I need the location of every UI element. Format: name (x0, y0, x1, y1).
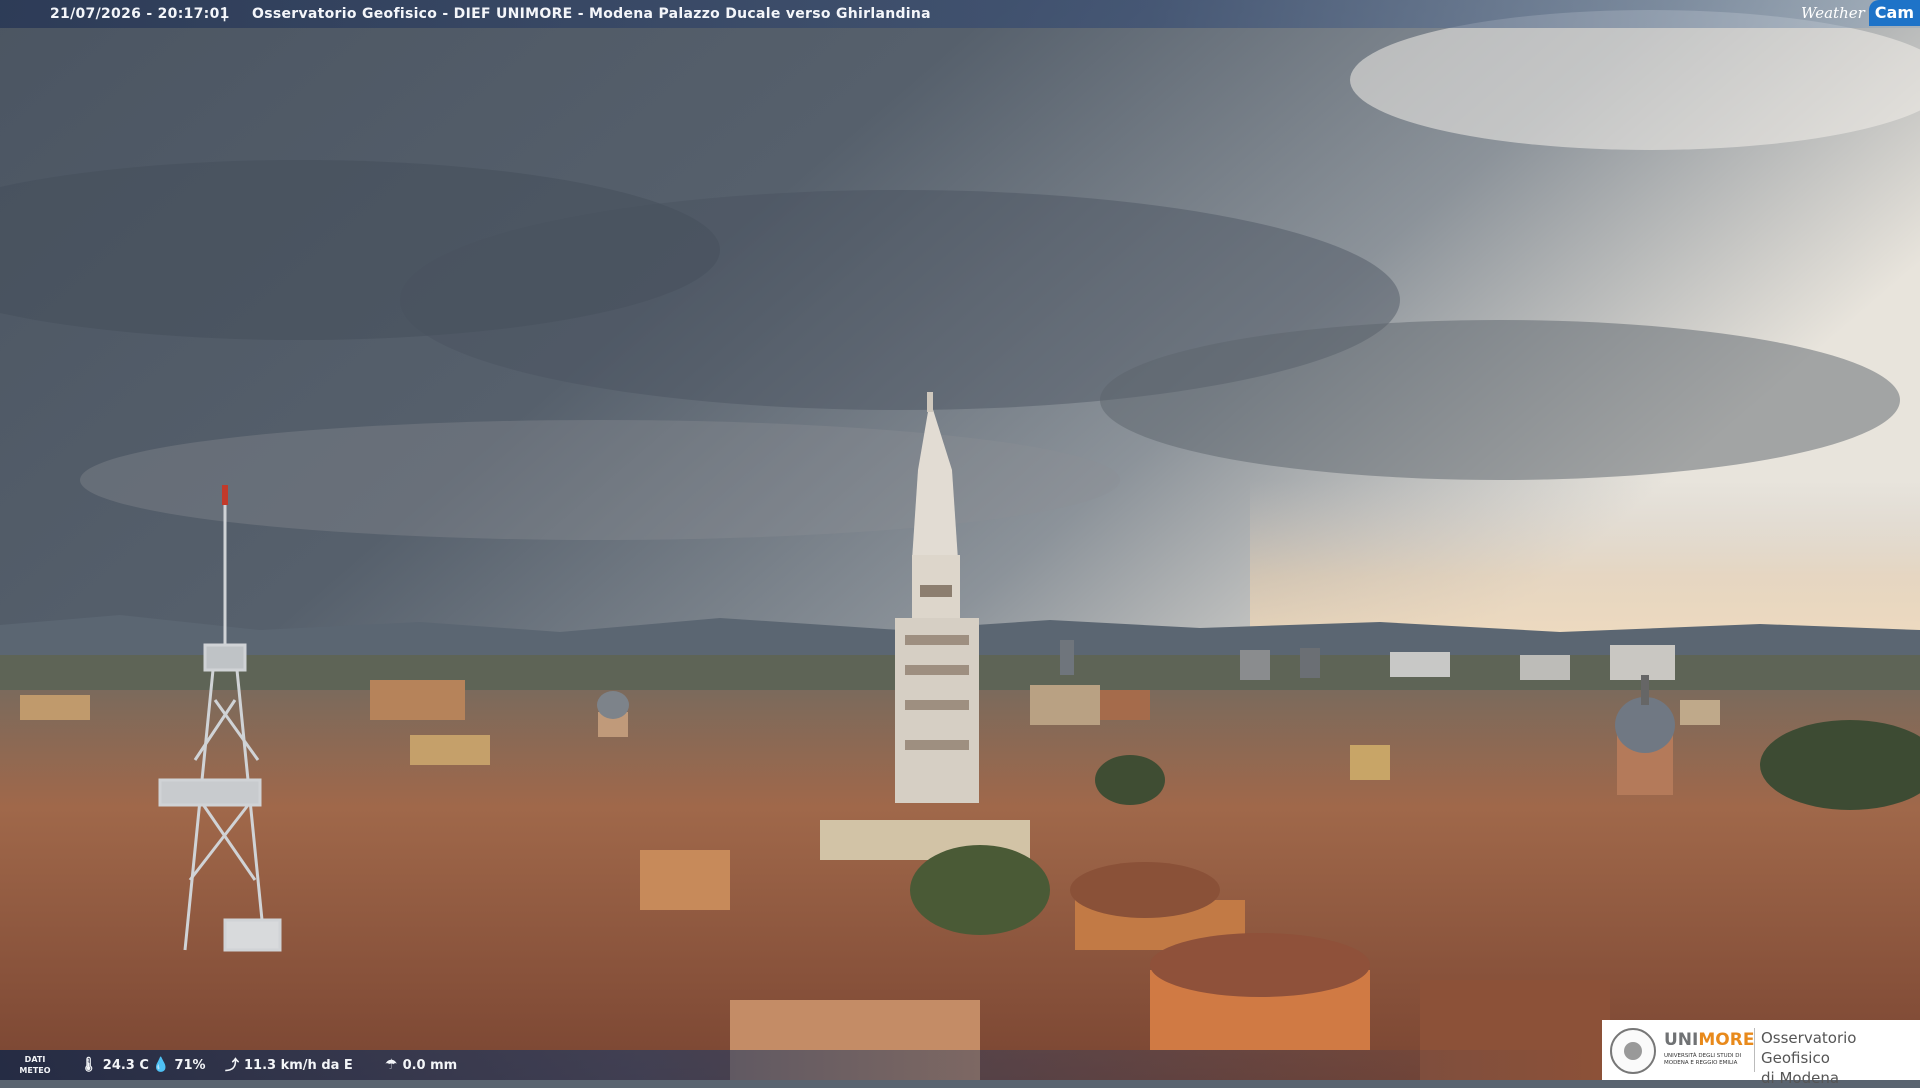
webcam-image (0, 0, 1920, 1080)
rain-value: 0.0 mm (402, 1057, 458, 1073)
thermometer-icon: 🌡 (80, 1057, 98, 1073)
temperature-value: 24.3 C (102, 1057, 149, 1073)
rain-reading: ☂ 0.0 mm (385, 1050, 457, 1080)
top-info-bar: 21/07/2026 - 20:17:01 | Osservatorio Geo… (0, 0, 1920, 28)
weather-data-bar: DATI METEO 🌡 24.3 C 💧 71% ⤴ 11.3 km/h da… (0, 1050, 1600, 1080)
unimore-logo: UNIMORE UNIVERSITÀ DEGLI STUDI DI MODENA… (1602, 1020, 1920, 1087)
camera-title: Osservatorio Geofisico - DIEF UNIMORE - … (252, 6, 931, 22)
unimore-subtitle: UNIVERSITÀ DEGLI STUDI DI MODENA E REGGI… (1664, 1053, 1742, 1066)
separator: | (222, 6, 228, 22)
observatory-name: Osservatorio Geofisico di Modena (1761, 1029, 1857, 1087)
humidity-drop-icon: 💧 (152, 1057, 170, 1073)
weathercam-word: Weather (1801, 4, 1865, 22)
unimore-name: UNIMORE (1664, 1030, 1755, 1050)
wind-value: 11.3 km/h da E (244, 1057, 353, 1073)
rain-gauge-icon: ☂ (385, 1057, 398, 1073)
humidity-reading: 💧 71% (152, 1050, 206, 1080)
weather-data-label: DATI METEO (19, 1055, 51, 1075)
humidity-value: 71% (174, 1057, 206, 1073)
wind-icon: ⤴ (225, 1058, 239, 1074)
wind-reading: ⤴ 11.3 km/h da E (225, 1050, 353, 1080)
university-seal-icon (1610, 1028, 1656, 1074)
timestamp: 21/07/2026 - 20:17:01 (50, 6, 230, 22)
temperature-reading: 🌡 24.3 C (80, 1050, 149, 1080)
weathercam-logo: Weather Cam (1797, 0, 1920, 26)
weathercam-cam: Cam (1868, 0, 1920, 26)
logo-divider (1754, 1028, 1755, 1072)
